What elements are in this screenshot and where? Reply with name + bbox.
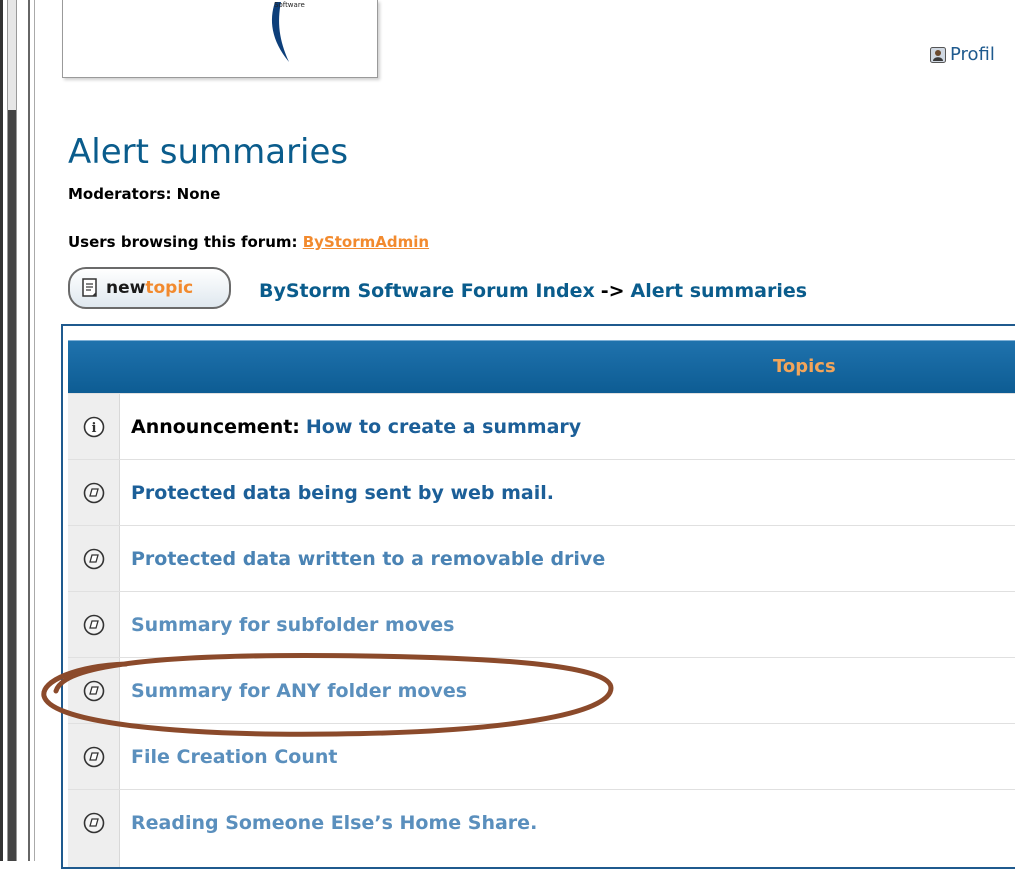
topics-table: Topics i Announcement: How to create a su… [61, 324, 1015, 869]
breadcrumb-forum-index[interactable]: ByStorm Software Forum Index [259, 280, 595, 302]
announcement-label: Announcement: [131, 415, 300, 438]
topic-link[interactable]: Summary for ANY folder moves [131, 680, 467, 702]
window-border [0, 0, 3, 861]
topic-icon [83, 482, 104, 503]
users-browsing-label: Users browsing this forum: [68, 233, 303, 251]
topic-link[interactable]: File Creation Count [131, 746, 337, 768]
topics-header-label: Topics [773, 356, 836, 377]
topic-link[interactable]: Summary for subfolder moves [131, 614, 454, 636]
user-link-bystormadmin[interactable]: ByStormAdmin [303, 233, 429, 251]
window-left-chrome [0, 0, 38, 861]
logo-swoosh-icon [271, 2, 289, 62]
profile-label: Profil [950, 44, 995, 65]
user-profile-icon [930, 46, 946, 63]
topic-link[interactable]: Reading Someone Else’s Home Share. [131, 812, 537, 834]
svg-text:i: i [91, 421, 96, 436]
topic-icon [83, 680, 104, 701]
topic-link[interactable]: Protected data written to a removable dr… [131, 548, 605, 570]
moderators-text: Moderators: None [68, 185, 221, 203]
table-row: File Creation Count [68, 723, 1015, 789]
profile-link[interactable]: Profil [930, 44, 995, 65]
site-logo[interactable]: Software [62, 0, 378, 78]
page-title: Alert summaries [68, 132, 349, 172]
new-topic-button[interactable]: newtopic [68, 267, 231, 309]
frame-divider-light [34, 0, 35, 861]
topic-icon [83, 812, 104, 833]
table-row: Protected data being sent by web mail. [68, 459, 1015, 525]
topic-icon [83, 614, 104, 635]
table-row: Summary for subfolder moves [68, 591, 1015, 657]
new-topic-label-topic: topic [145, 278, 194, 298]
breadcrumb: ByStorm Software Forum Index -> Alert su… [259, 280, 807, 302]
table-row: Reading Someone Else’s Home Share. [68, 789, 1015, 855]
topic-icon [83, 746, 104, 767]
new-topic-icon [82, 278, 97, 297]
table-row: i Announcement: How to create a summary [68, 393, 1015, 459]
table-row: Summary for ANY folder moves [68, 657, 1015, 723]
table-row: Protected data written to a removable dr… [68, 525, 1015, 591]
topic-icon [83, 548, 104, 569]
breadcrumb-current[interactable]: Alert summaries [631, 280, 808, 302]
topic-link[interactable]: How to create a summary [306, 416, 581, 438]
info-icon: i [83, 416, 104, 437]
topic-link[interactable]: Protected data being sent by web mail. [131, 482, 554, 504]
new-topic-label-new: new [106, 278, 146, 298]
users-browsing: Users browsing this forum: ByStormAdmin [68, 233, 429, 251]
logo-text: Software [274, 1, 305, 9]
frame-divider [28, 0, 30, 861]
topics-header: Topics [68, 340, 1015, 394]
scrollbar-thumb[interactable] [8, 110, 16, 861]
breadcrumb-separator: -> [600, 280, 625, 302]
